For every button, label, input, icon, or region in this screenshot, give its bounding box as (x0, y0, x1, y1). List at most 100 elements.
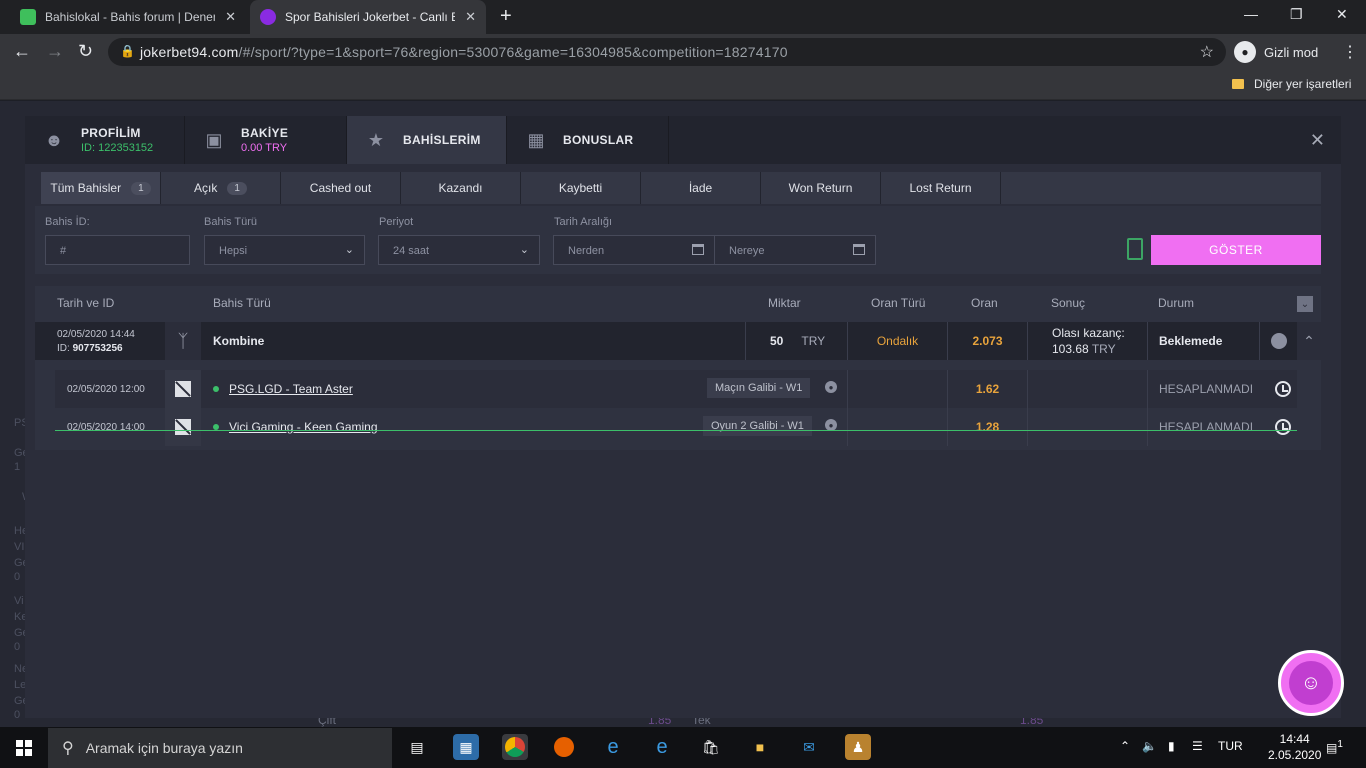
user-icon: ☻ (44, 129, 64, 150)
store-icon[interactable]: 🛍 (698, 734, 724, 760)
table-row[interactable]: 02/05/2020 14:44 ID: 907753256 ᛉ Kombine… (35, 322, 1321, 360)
selection-event: PSG.LGD - Team Aster (213, 370, 353, 408)
task-view-icon[interactable]: ▤ (404, 734, 430, 760)
info-icon[interactable]: ● (825, 381, 837, 393)
tab-bonuses[interactable]: ▦ BONUSLAR (507, 116, 669, 164)
maximize-icon[interactable]: ❐ (1290, 6, 1303, 23)
bg-label: VI (14, 541, 25, 553)
internet-explorer-icon[interactable]: e (600, 734, 626, 760)
subtab-refund[interactable]: İade (641, 172, 761, 204)
live-chat-button[interactable]: ☺ (1278, 650, 1344, 716)
minimize-icon[interactable]: — (1244, 6, 1258, 22)
taskbar-search[interactable]: ⚲ Aramak için buraya yazın (48, 728, 392, 768)
chevron-up-icon[interactable]: ⌃ (1297, 322, 1321, 360)
bet-odds: 2.073 (947, 322, 1027, 360)
selection-row[interactable]: 02/05/2020 12:00 PSG.LGD - Team Aster Ma… (55, 370, 1297, 408)
start-button[interactable] (0, 727, 48, 768)
col-odds-type: Oran Türü (871, 296, 926, 310)
selection-date: 02/05/2020 12:00 (67, 383, 145, 395)
subtab-lost-return[interactable]: Lost Return (881, 172, 1001, 204)
subtab-all-bets[interactable]: Tüm Bahisler 1 (41, 172, 161, 204)
network-icon[interactable]: ☰ (1192, 739, 1203, 753)
window-close-icon[interactable]: ✕ (1336, 6, 1348, 23)
dota2-icon (175, 381, 191, 397)
mail-icon[interactable]: ✉ (796, 734, 822, 760)
subtab-won[interactable]: Kazandı (401, 172, 521, 204)
tab-profile[interactable]: ☻ PROFİLİM ID: 122353152 (25, 116, 185, 164)
bet-type-value: Hepsi (219, 245, 248, 257)
url-text[interactable]: jokerbet94.com/#/sport/?type=1&sport=76&… (140, 44, 788, 60)
date-to-input[interactable]: Nereye (714, 235, 876, 265)
file-explorer-icon[interactable]: ■ (747, 734, 773, 760)
chrome-icon[interactable] (502, 734, 528, 760)
date-range-label: Tarih Aralığı (554, 216, 613, 228)
tab-title: Bahislokal - Bahis forum | Denem (45, 10, 215, 24)
other-bookmarks[interactable]: Diğer yer işaretleri (1232, 77, 1351, 91)
collapse-all-icon[interactable]: ⌄ (1297, 296, 1313, 312)
reload-icon[interactable]: ↻ (78, 41, 93, 62)
browser-menu-icon[interactable]: ⋮ (1342, 42, 1358, 62)
edge-icon[interactable]: e (649, 734, 675, 760)
count-badge: 1 (227, 181, 247, 195)
address-bar[interactable]: 🔒 jokerbet94.com/#/sport/?type=1&sport=7… (108, 38, 1226, 66)
windows-taskbar: ⚲ Aramak için buraya yazın ▤ ▦ e e 🛍 ■ ✉… (0, 727, 1366, 768)
balance-value: 0.00 TRY (241, 142, 288, 154)
battery-icon[interactable]: ▮ (1168, 739, 1175, 753)
subtab-won-return[interactable]: Won Return (761, 172, 881, 204)
show-button[interactable]: GÖSTER (1151, 235, 1321, 265)
trophy-icon: ★ (367, 129, 385, 150)
bet-id-input[interactable]: # (45, 235, 190, 265)
event-link[interactable]: Vici Gaming - Keen Gaming (229, 420, 378, 434)
subtab-label: Cashed out (309, 181, 372, 195)
tab-balance[interactable]: ▣ BAKİYE 0.00 TRY (185, 116, 347, 164)
language-indicator[interactable]: TUR (1218, 739, 1243, 753)
firefox-icon[interactable] (551, 734, 577, 760)
subtab-open[interactable]: Açık 1 (161, 172, 281, 204)
period-select[interactable]: 24 saat ⌄ (378, 235, 540, 265)
bet-id-label: ID: (57, 342, 70, 354)
url-path: /#/sport/?type=1&sport=76&region=530076&… (238, 44, 788, 60)
possible-win-value: 103.68 (1052, 342, 1089, 356)
new-tab-button[interactable]: + (500, 5, 512, 28)
selection-row[interactable]: 02/05/2020 14:00 Vici Gaming - Keen Gami… (55, 408, 1297, 446)
system-clock[interactable]: 14:44 2.05.2020 (1268, 731, 1321, 763)
selection-event: Vici Gaming - Keen Gaming (213, 408, 378, 446)
close-tab-icon[interactable]: ✕ (225, 9, 236, 25)
subtab-label: Açık (194, 181, 218, 195)
subtab-cashed-out[interactable]: Cashed out (281, 172, 401, 204)
result-cell (1027, 370, 1147, 408)
dota-game (165, 370, 201, 408)
browser-tab-bahislokal[interactable]: Bahislokal - Bahis forum | Denem ✕ (10, 0, 246, 34)
tab-my-bets[interactable]: ★ BAHİSLERİM (347, 116, 507, 164)
control-panel-icon[interactable]: ▦ (453, 734, 479, 760)
bet-type: Kombine (213, 334, 265, 348)
modal-close-icon[interactable]: ✕ (1310, 130, 1325, 151)
dota-game (165, 408, 201, 446)
bet-filters: Bahis İD: # Bahis Türü Hepsi ⌄ Periyot 24… (35, 206, 1321, 274)
forward-icon[interactable]: → (46, 41, 64, 62)
tray-chevron-icon[interactable]: ⌃ (1120, 739, 1130, 753)
tab-title: Spor Bahisleri Jokerbet - Canlı Ba (285, 10, 455, 24)
browser-tab-jokerbet[interactable]: Spor Bahisleri Jokerbet - Canlı Ba ✕ (250, 0, 486, 34)
event-link[interactable]: PSG.LGD - Team Aster (229, 382, 353, 396)
bet-type-select[interactable]: Hepsi ⌄ (204, 235, 365, 265)
bet-filter-tabs: Tüm Bahisler 1 Açık 1 Cashed out Kazandı K… (41, 172, 1321, 204)
amount-currency: TRY (801, 334, 826, 348)
date-from-input[interactable]: Nerden (553, 235, 715, 265)
period-label: Periyot (379, 216, 414, 228)
bookmark-star-icon[interactable]: ☆ (1200, 42, 1214, 62)
incognito-indicator[interactable]: ● Gizli mod (1234, 39, 1318, 65)
notification-icon[interactable]: ▤1 (1326, 739, 1343, 755)
subtab-lost[interactable]: Kaybetti (521, 172, 641, 204)
game-icon[interactable]: ♟ (845, 734, 871, 760)
clock-icon (1275, 419, 1291, 435)
back-icon[interactable]: ← (13, 41, 31, 62)
wallet-icon: ▣ (205, 129, 223, 150)
bet-date-id: 02/05/2020 14:44 ID: 907753256 (57, 322, 135, 360)
close-tab-icon[interactable]: ✕ (465, 9, 476, 25)
bookmarks-bar: Diğer yer işaretleri (0, 70, 1366, 100)
odds-type: Ondalık (847, 322, 947, 360)
clipboard-icon[interactable] (1127, 238, 1143, 260)
volume-icon[interactable]: 🔈 (1142, 739, 1157, 753)
selection-status: HESAPLANMADI (1147, 370, 1253, 408)
